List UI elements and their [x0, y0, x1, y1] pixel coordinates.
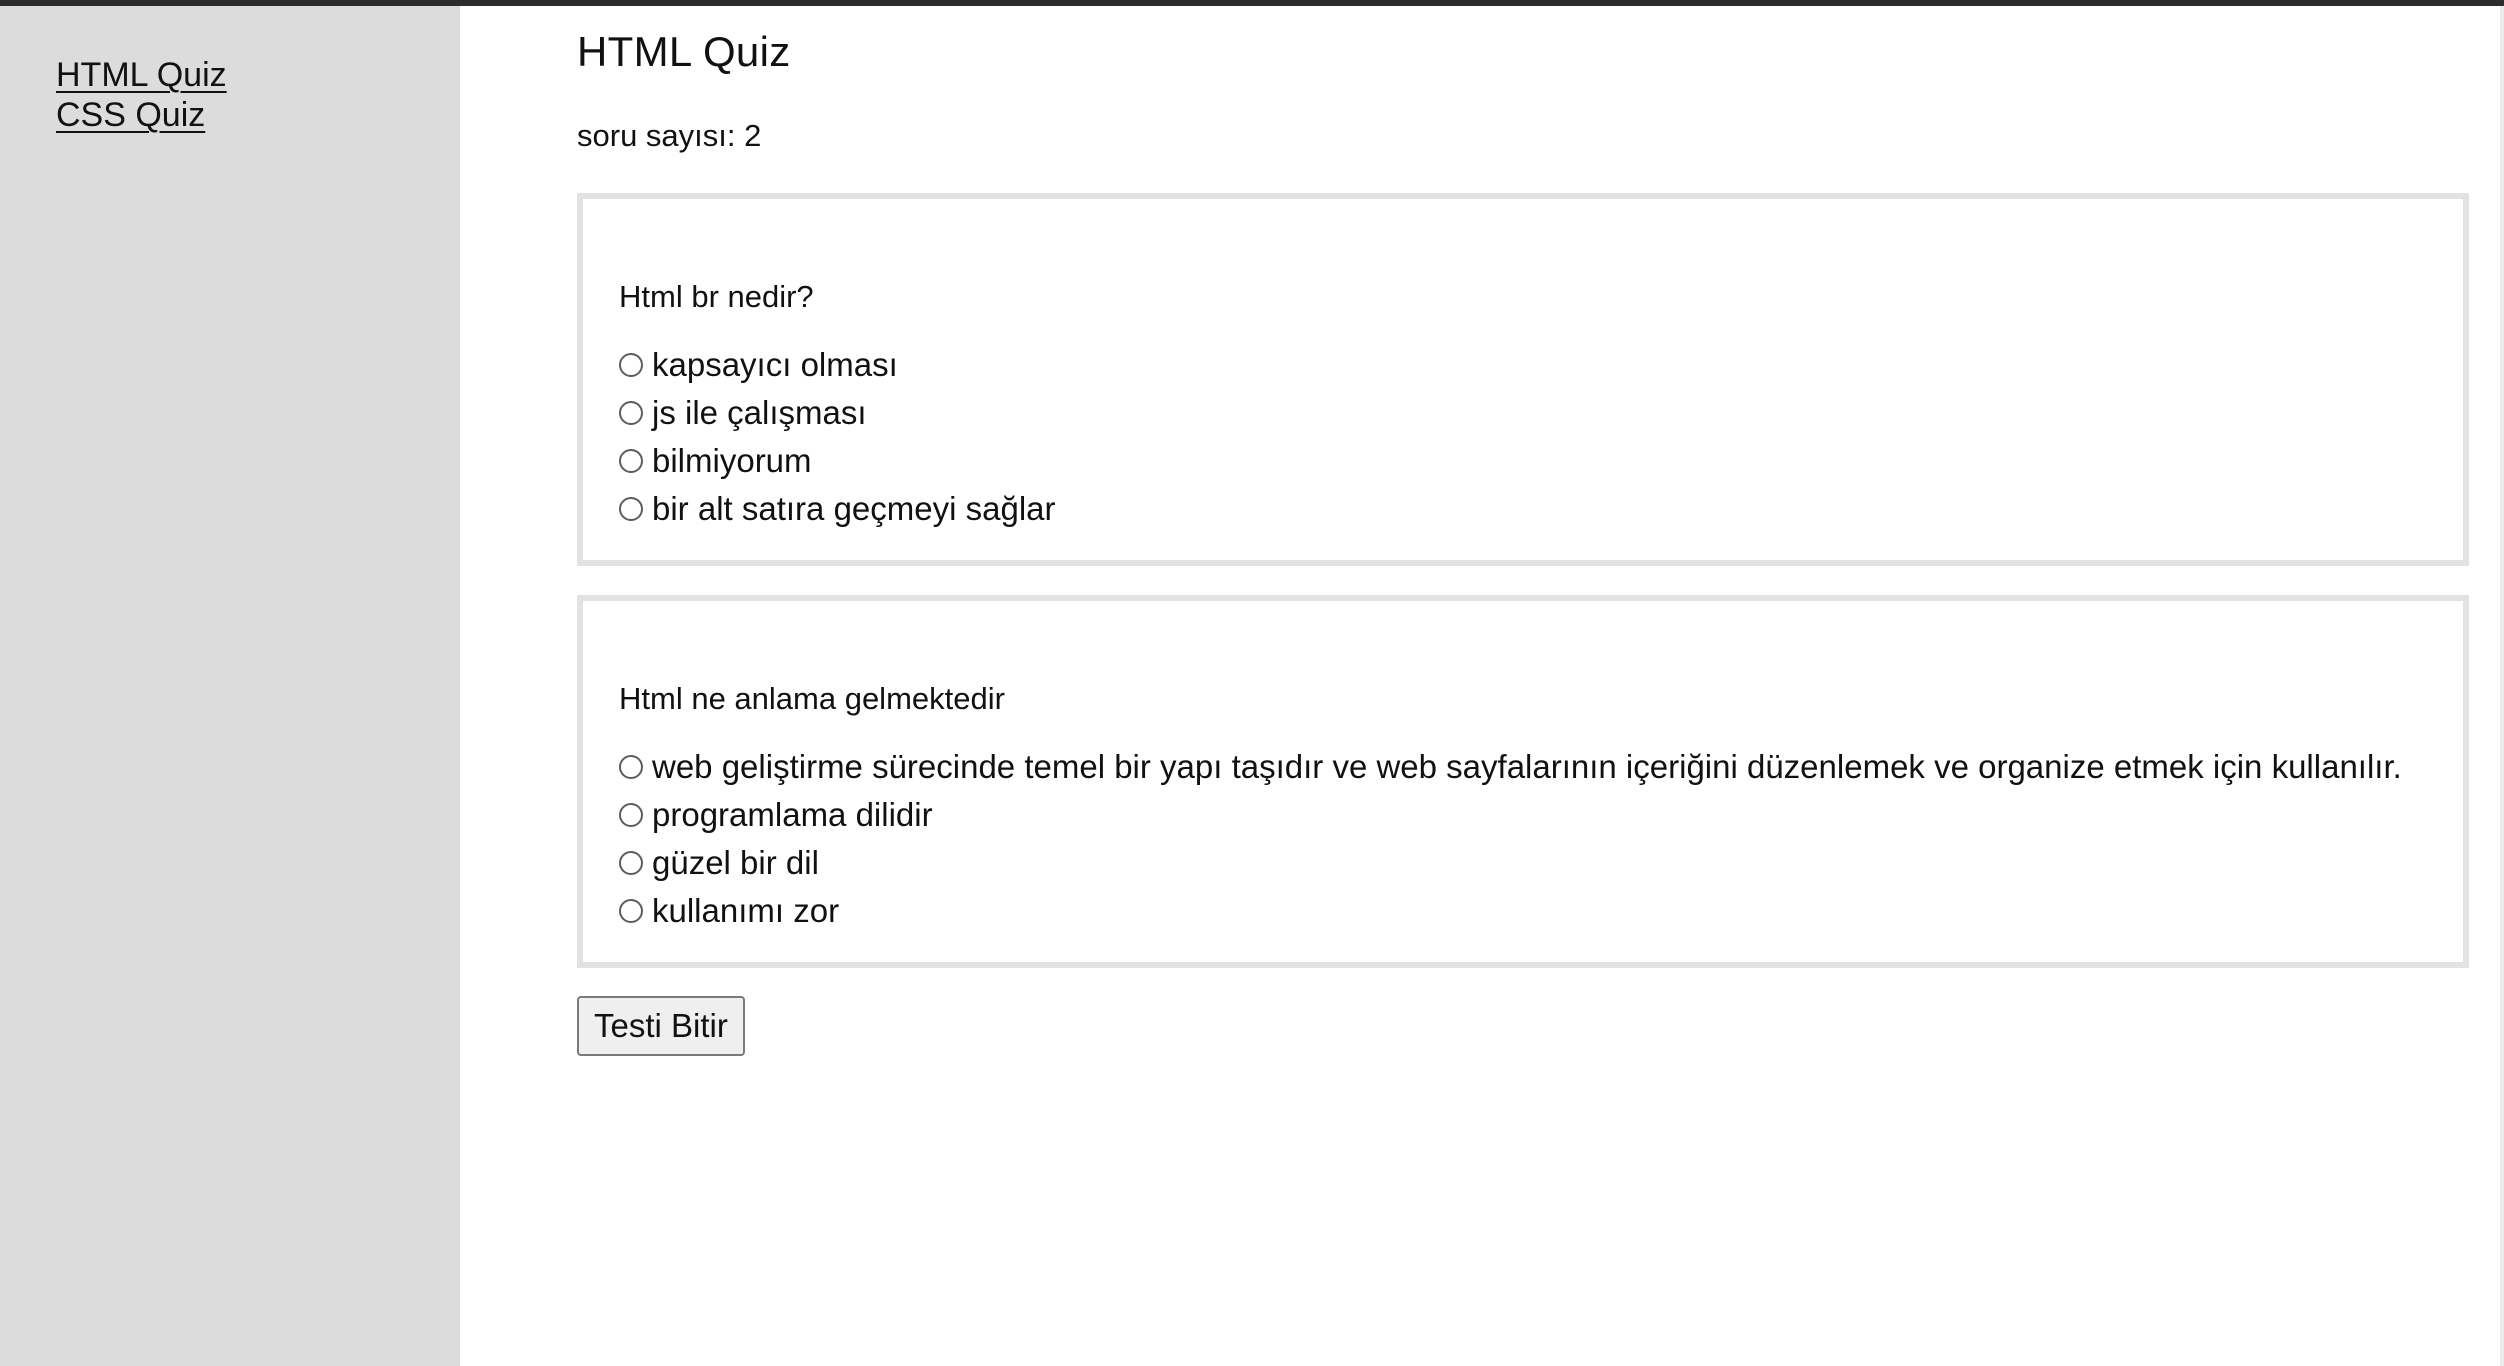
radio-button[interactable] [619, 755, 643, 779]
page-title: HTML Quiz [577, 28, 791, 75]
question-count: soru sayısı: 2 [577, 118, 762, 153]
radio-button[interactable] [619, 803, 643, 827]
answer-option-label: js ile çalışması [652, 394, 867, 431]
answer-option-label: güzel bir dil [652, 844, 819, 881]
question-card-1: Html br nedir? kapsayıcı olması js ile ç… [577, 193, 2469, 566]
answer-option-label: programlama dilidir [652, 796, 933, 833]
question-card-2: Html ne anlama gelmektedir web geliştirm… [577, 595, 2469, 968]
answer-option-label: web geliştirme sürecinde temel bir yapı … [652, 748, 2402, 785]
answer-option[interactable]: bilmiyorum [619, 441, 812, 481]
radio-button[interactable] [619, 899, 643, 923]
main-content: HTML Quiz soru sayısı: 2 Html br nedir? … [577, 6, 2477, 1366]
answer-option-label: kapsayıcı olması [652, 346, 898, 383]
question-text: Html ne anlama gelmektedir [619, 681, 1005, 716]
question-text: Html br nedir? [619, 279, 814, 314]
answer-option-label: bilmiyorum [652, 442, 812, 479]
sidebar-link-html-quiz[interactable]: HTML Quiz [56, 56, 227, 95]
radio-button[interactable] [619, 353, 643, 377]
answer-option[interactable]: kapsayıcı olması [619, 345, 898, 385]
finish-test-button[interactable]: Testi Bitir [577, 996, 745, 1056]
answer-option[interactable]: programlama dilidir [619, 795, 933, 835]
radio-button[interactable] [619, 851, 643, 875]
answer-option[interactable]: güzel bir dil [619, 843, 819, 883]
radio-button[interactable] [619, 401, 643, 425]
answer-option-label: kullanımı zor [652, 892, 840, 929]
radio-button[interactable] [619, 497, 643, 521]
sidebar-link-css-quiz[interactable]: CSS Quiz [56, 96, 205, 135]
answer-option-label: bir alt satıra geçmeyi sağlar [652, 490, 1056, 527]
right-edge-divider [2500, 6, 2504, 1366]
answer-option[interactable]: kullanımı zor [619, 891, 839, 931]
answer-option[interactable]: bir alt satıra geçmeyi sağlar [619, 489, 1056, 529]
answer-option[interactable]: js ile çalışması [619, 393, 867, 433]
sidebar: HTML Quiz CSS Quiz [0, 6, 460, 1366]
radio-button[interactable] [619, 449, 643, 473]
answer-option[interactable]: web geliştirme sürecinde temel bir yapı … [619, 747, 2402, 787]
